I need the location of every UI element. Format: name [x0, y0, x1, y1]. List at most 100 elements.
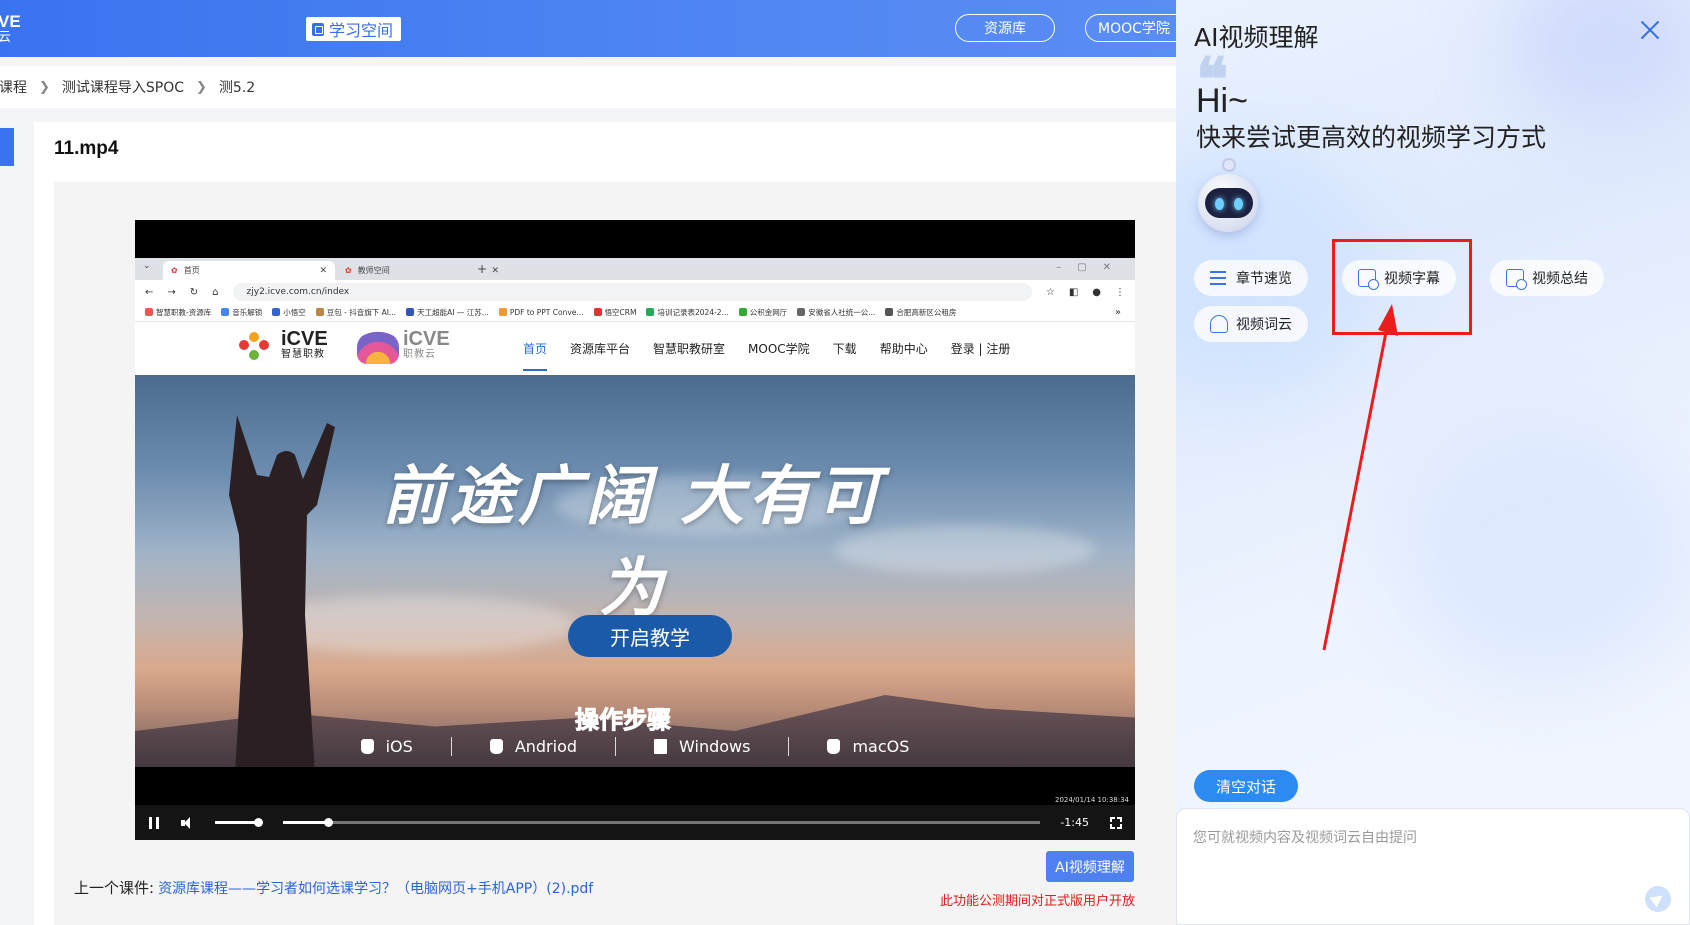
volume-fill: [215, 821, 259, 824]
file-title: 11.mp4: [54, 138, 119, 159]
back-icon: ←: [145, 286, 154, 298]
new-tab-icon: +: [477, 262, 488, 276]
tab-label: 教师空间: [357, 266, 390, 275]
profile-icon: ●: [1092, 286, 1101, 298]
window-controls: –▢✕: [1056, 262, 1127, 273]
start-teaching-button: 开启教学: [568, 615, 732, 657]
sidebar-icon: ◧: [1068, 286, 1079, 298]
volume-slider[interactable]: [215, 818, 263, 827]
platform-windows: Windows: [616, 737, 790, 756]
video-tab-home: ✿ 首页 ✕: [163, 261, 335, 280]
chevron-right-icon: ❯: [39, 79, 50, 95]
list-icon: [1210, 269, 1228, 287]
breadcrumb-item-course[interactable]: 课程: [0, 77, 27, 97]
site-menu-item: 帮助中心: [879, 342, 928, 356]
forward-icon: →: [167, 286, 176, 298]
bookmark-item: 培训记录表2024-2...: [646, 307, 729, 318]
steps-caption: 操作步骤: [575, 706, 672, 735]
logo-text: VE: [0, 12, 21, 31]
chip-label: 视频总结: [1532, 271, 1588, 287]
recording-timestamp: 2024/01/14 10:38:34: [1054, 796, 1129, 804]
bookmark-item: 智慧职教-资源库: [145, 307, 211, 318]
chip-chapter-overview[interactable]: 章节速览: [1194, 260, 1308, 296]
icve-logo: iCVE 智慧职教: [237, 329, 328, 364]
progress-fill: [283, 821, 329, 824]
video-browser-tabs: ⌄ ✿ 首页 ✕ ✿ 教师空间 ✕ + –▢✕: [135, 258, 1135, 280]
question-input-box: [1176, 808, 1690, 925]
video-player[interactable]: ⌄ ✿ 首页 ✕ ✿ 教师空间 ✕ + –▢✕ ← → ↻ ⌂ zjy2.icv…: [135, 220, 1135, 840]
favicon-icon: ✿: [345, 266, 352, 275]
prev-label: 上一个课件:: [74, 879, 155, 897]
video-bookmarks-bar: 智慧职教-资源库 音乐解锁 小悟空 豆包 - 抖音旗下 AI... 天工超能AI…: [135, 304, 1135, 322]
bookmark-item: 音乐解锁: [221, 307, 262, 318]
volume-knob[interactable]: [254, 818, 263, 827]
platform-ios: iOS: [323, 737, 452, 756]
platform-list: iOS Andriod Windows macOS: [135, 737, 1135, 756]
pause-button[interactable]: [147, 816, 161, 830]
nav-resource-library[interactable]: 资源库: [955, 14, 1055, 42]
hero-slogan: 前途广阔 大有可为: [381, 459, 885, 626]
reload-icon: ↻: [189, 286, 199, 298]
apple-icon: [360, 739, 374, 754]
windows-icon: [654, 739, 668, 754]
top-header: VE 云 学习空间 资源库 MOOC学院: [0, 0, 1205, 57]
close-icon[interactable]: [1640, 20, 1660, 40]
site-menu-item: 下载: [832, 342, 857, 356]
breadcrumb-item-current: 测5.2: [218, 80, 256, 96]
site-menu-item: MOOC学院: [748, 342, 810, 356]
volume-button[interactable]: [181, 816, 195, 830]
chip-video-summary[interactable]: 视频总结: [1490, 260, 1604, 296]
platform-android: Andriod: [452, 737, 617, 756]
pause-icon: [149, 816, 159, 829]
fullscreen-button[interactable]: [1109, 815, 1123, 830]
bookmark-item: 合肥高新区公租房: [885, 307, 956, 318]
site-menu-item: 智慧职教研室: [653, 342, 726, 356]
url-field: zjy2.icve.com.cn/index: [232, 283, 1032, 301]
site-menu-item: 首页: [523, 340, 548, 371]
bookmark-item: 公积金网厅: [738, 307, 787, 318]
shell-logo-icon: [357, 330, 399, 364]
clear-conversation-button[interactable]: 清空对话: [1194, 770, 1298, 802]
volume-icon: [181, 816, 195, 829]
more-bookmarks-icon: »: [1114, 307, 1121, 318]
video-controls: -1:45: [135, 805, 1135, 840]
bookmark-item: 悟空CRM: [593, 307, 636, 318]
close-icon: ✕: [491, 265, 499, 276]
bookmark-item: PDF to PPT Conve...: [498, 308, 584, 317]
ai-video-understanding-button[interactable]: AI视频理解: [1046, 851, 1134, 882]
robot-avatar: [1198, 158, 1260, 236]
cloud-icon: [1210, 315, 1228, 333]
greeting-hi: Hi~: [1196, 82, 1248, 120]
apple-icon: [827, 739, 841, 754]
question-input[interactable]: [1177, 809, 1689, 924]
greeting-text: 快来尝试更高效的视频学习方式: [1196, 123, 1547, 152]
video-site-nav: iCVE 智慧职教 iCVE 职教云 首页 资源库平台 智慧职教研室 MOOC学院 …: [135, 322, 1135, 372]
star-icon: ☆: [1045, 286, 1055, 298]
site-menu-item: 资源库平台: [570, 342, 631, 356]
site-logo[interactable]: VE 云: [0, 12, 21, 44]
beta-notice: 此功能公测期间对正式版用户开放: [940, 894, 1136, 909]
site-menu-item: 登录 | 注册: [950, 342, 1011, 356]
learning-space-label: 学习空间: [329, 21, 394, 40]
progress-bar[interactable]: [283, 818, 1041, 827]
bookmark-item: 天工超能AI — 江苏...: [406, 307, 489, 318]
breadcrumb-item-spoc[interactable]: 测试课程导入SPOC: [62, 77, 184, 97]
learning-space-button[interactable]: 学习空间: [306, 17, 402, 41]
chip-label: 视频词云: [1236, 317, 1292, 333]
send-icon[interactable]: [1645, 886, 1671, 912]
bookmark-item: 豆包 - 抖音旗下 AI...: [315, 307, 396, 318]
prev-courseware-link[interactable]: 资源库课程——学习者如何选课学习？（电脑网页+手机APP）(2).pdf: [158, 881, 593, 897]
flower-logo-icon: [237, 330, 277, 364]
book-icon: [312, 22, 324, 36]
chevron-right-icon: ❯: [196, 79, 207, 95]
video-site-menu: 首页 资源库平台 智慧职教研室 MOOC学院 下载 帮助中心 登录 | 注册: [523, 340, 1010, 371]
side-tab-indicator[interactable]: [0, 128, 14, 166]
progress-knob[interactable]: [324, 818, 334, 827]
time-remaining: -1:45: [1060, 816, 1089, 829]
platform-macos: macOS: [789, 737, 947, 756]
android-icon: [489, 739, 503, 754]
tab-label: 首页: [183, 266, 200, 275]
chip-video-wordcloud[interactable]: 视频词云: [1194, 306, 1308, 342]
bookmark-item: 安徽省人社统一公...: [797, 307, 875, 318]
annotation-highlight-box: [1332, 239, 1472, 335]
